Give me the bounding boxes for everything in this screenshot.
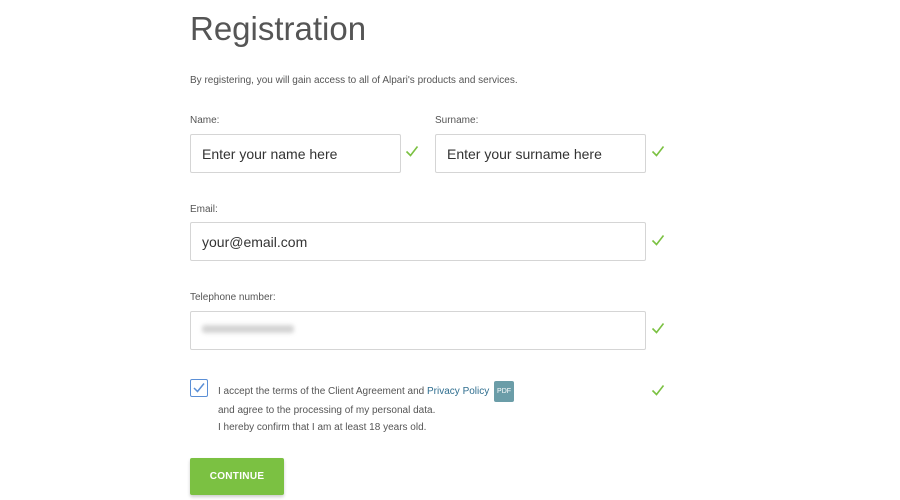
page-title: Registration: [190, 10, 367, 47]
privacy-policy-link[interactable]: Privacy Policy: [427, 386, 489, 397]
email-valid-checkmark-icon: [651, 235, 665, 246]
terms-valid-checkmark-icon: [651, 385, 665, 396]
terms-text: I accept the terms of the Client Agreeme…: [218, 381, 515, 436]
intro-text: By registering, you will gain access to …: [190, 75, 518, 86]
terms-checkbox[interactable]: [190, 379, 208, 397]
phone-value-obscured: [202, 325, 294, 333]
phone-valid-checkmark-icon: [651, 323, 665, 334]
surname-label: Surname:: [435, 115, 479, 126]
pdf-badge[interactable]: PDF: [494, 381, 515, 402]
name-label: Name:: [190, 115, 220, 126]
email-label: Email:: [190, 204, 218, 215]
surname-input[interactable]: [435, 134, 646, 173]
phone-label: Telephone number:: [190, 292, 276, 303]
email-input[interactable]: [190, 222, 646, 261]
terms-line1: I accept the terms of the Client Agreeme…: [218, 386, 428, 397]
name-input[interactable]: [190, 134, 401, 173]
terms-line3: I hereby confirm that I am at least 18 y…: [218, 422, 427, 433]
surname-valid-checkmark-icon: [651, 146, 665, 157]
checkbox-checkmark-icon: [193, 383, 205, 393]
terms-line2: and agree to the processing of my person…: [218, 405, 436, 416]
name-valid-checkmark-icon: [405, 146, 419, 157]
continue-button[interactable]: CONTINUE: [190, 458, 284, 495]
